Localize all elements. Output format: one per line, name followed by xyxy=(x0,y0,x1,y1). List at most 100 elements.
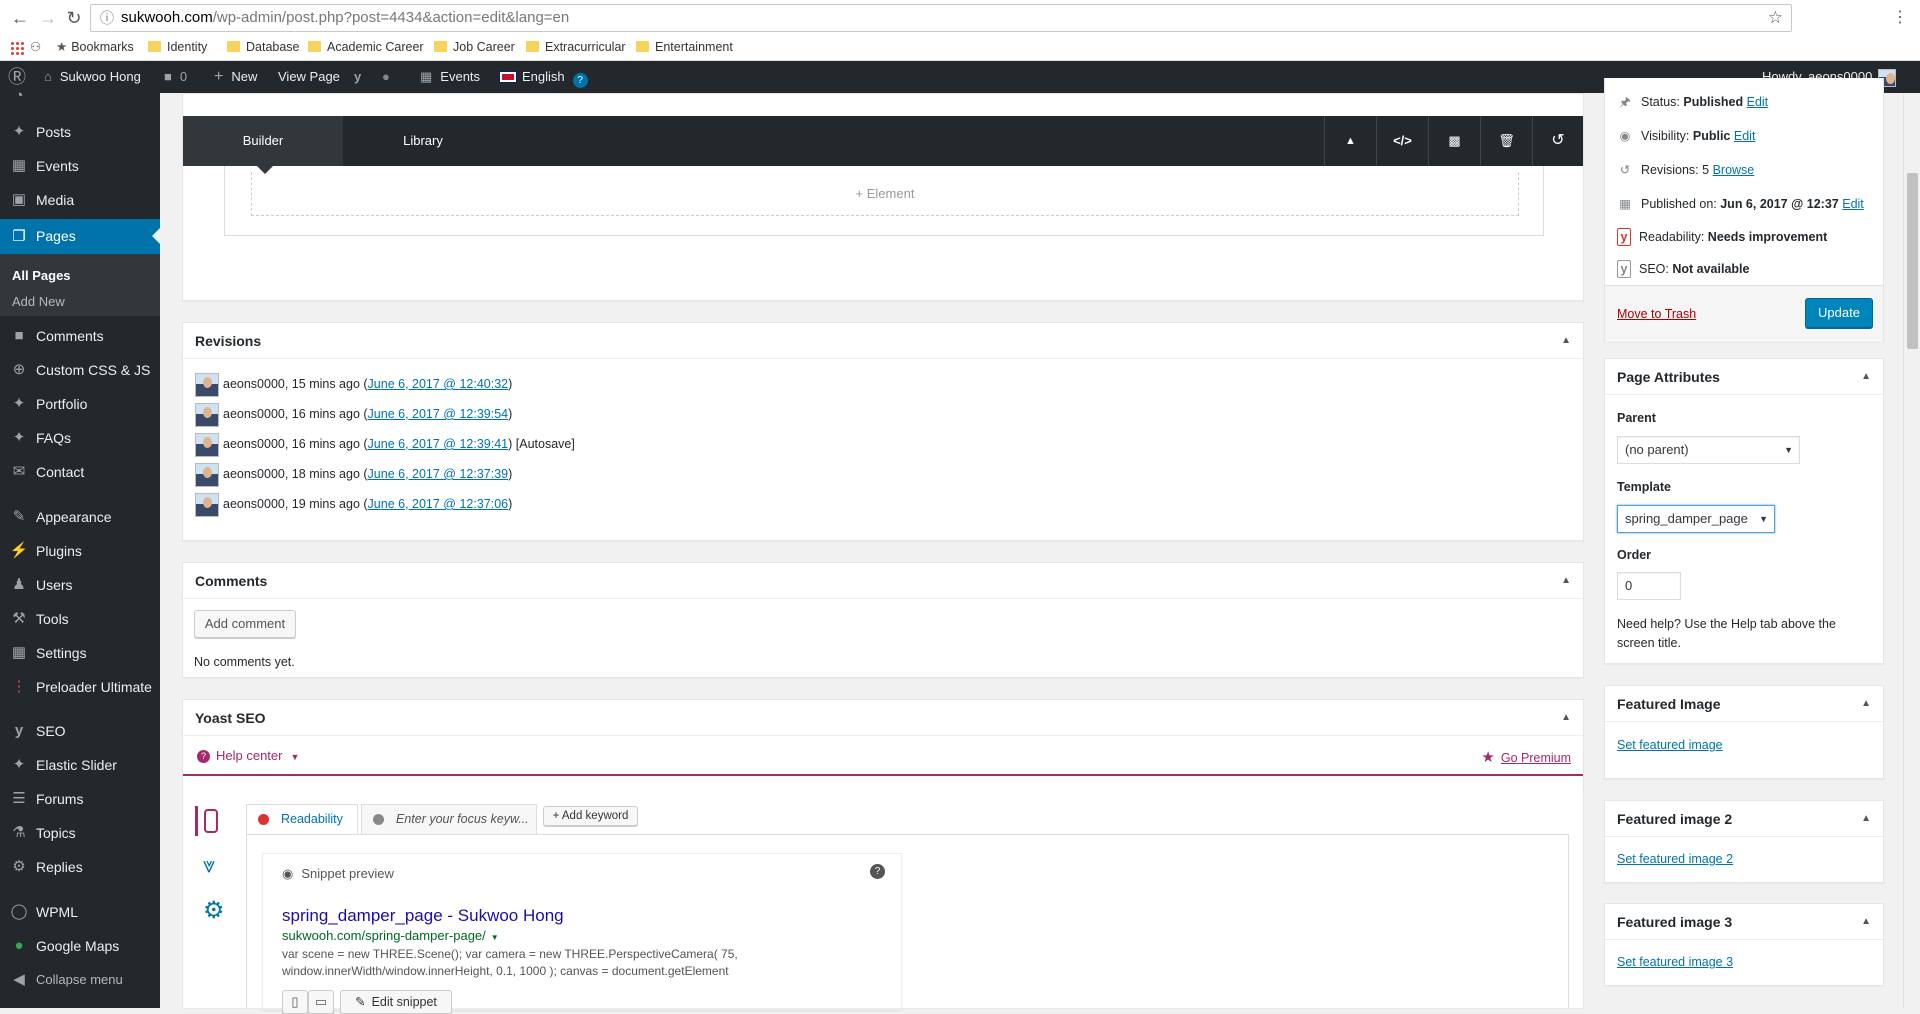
toggle-arrow-icon[interactable]: ▲ xyxy=(1561,700,1571,736)
sidebar-item-appearance[interactable]: ✎ Appearance xyxy=(0,502,160,532)
help-icon[interactable]: ? xyxy=(870,864,885,879)
sidebar-item-seo[interactable]: y SEO xyxy=(0,716,160,746)
page-scrollbar[interactable] xyxy=(1903,93,1920,1008)
featured-image-3-header[interactable]: Featured image 3 ▲ xyxy=(1605,904,1883,940)
sidebar-item-google-maps[interactable]: ● Google Maps xyxy=(0,931,160,961)
go-premium-link[interactable]: ★ Go Premium xyxy=(1481,748,1571,766)
sidebar-item-posts[interactable]: ✦ Posts xyxy=(0,117,160,147)
sidebar-item-tools[interactable]: ⚒ Tools xyxy=(0,604,160,634)
bookmark-identity[interactable]: Identity xyxy=(148,38,207,56)
apps-icon[interactable] xyxy=(10,41,24,55)
info-icon[interactable]: ⓘ xyxy=(100,5,114,31)
add-element-button[interactable]: + Element xyxy=(251,172,1519,216)
adminbar-new[interactable]: + New xyxy=(214,61,257,93)
featured-image-2-header[interactable]: Featured image 2 ▲ xyxy=(1605,801,1883,837)
sidebar-item-replies[interactable]: ⚙ Replies xyxy=(0,852,160,882)
yoast-header[interactable]: Yoast SEO ▲ xyxy=(183,700,1583,736)
sidebar-item-preloader-ultimate[interactable]: ⋮ Preloader Ultimate xyxy=(0,672,160,702)
bookmark-database[interactable]: Database xyxy=(227,38,300,56)
update-button[interactable]: Update xyxy=(1805,298,1873,328)
browse-revisions-link[interactable]: Browse xyxy=(1713,163,1755,177)
revision-link[interactable]: June 6, 2017 @ 12:39:41 xyxy=(368,437,509,451)
set-featured-image-2-link[interactable]: Set featured image 2 xyxy=(1617,852,1733,866)
save-template-icon[interactable]: ▩ xyxy=(1428,116,1480,166)
set-featured-image-3-link[interactable]: Set featured image 3 xyxy=(1617,955,1733,969)
revision-link[interactable]: June 6, 2017 @ 12:39:54 xyxy=(368,407,509,421)
template-select[interactable]: spring_damper_page ▼ xyxy=(1617,505,1775,533)
toggle-arrow-icon[interactable]: ▲ xyxy=(1561,323,1571,359)
address-bar[interactable]: ⓘ sukwooh.com/wp-admin/post.php?post=443… xyxy=(90,4,1792,32)
share-icon[interactable]: ⩔ xyxy=(203,852,215,878)
gear-icon[interactable]: ⚙ xyxy=(203,896,225,925)
parent-select[interactable]: (no parent) ▼ xyxy=(1617,436,1800,464)
page-attributes-header[interactable]: Page Attributes ▲ xyxy=(1605,359,1883,395)
add-keyword-button[interactable]: + Add keyword xyxy=(543,806,638,826)
focus-keyword-tab[interactable]: Enter your focus keyw... xyxy=(361,804,537,834)
bookmark-manager-icon[interactable]: ⚇ xyxy=(30,38,41,56)
code-icon[interactable]: </> xyxy=(1376,116,1428,166)
reload-icon[interactable]: ↻ xyxy=(64,8,84,28)
snippet-title[interactable]: spring_damper_page - Sukwoo Hong xyxy=(282,906,564,926)
sidebar-item-pages[interactable]: ❐ Pages xyxy=(0,219,160,254)
tab-builder[interactable]: Builder xyxy=(183,116,343,166)
order-input[interactable]: 0 xyxy=(1617,572,1681,600)
sidebar-item-settings[interactable]: ▦ Settings xyxy=(0,638,160,668)
revision-link[interactable]: June 6, 2017 @ 12:40:32 xyxy=(368,377,509,391)
yoast-nav-traffic-light[interactable] xyxy=(195,806,225,836)
sidebar-item-dashboard-partial[interactable]: ◔ xyxy=(0,81,160,104)
submenu-add-new[interactable]: Add New xyxy=(12,291,65,313)
sidebar-item-forums[interactable]: ☰ Forums xyxy=(0,784,160,814)
bookmark-entertainment[interactable]: Entertainment xyxy=(636,38,733,56)
bookmark-star-icon[interactable]: ☆ xyxy=(1768,5,1783,31)
sidebar-item-portfolio[interactable]: ✦ Portfolio xyxy=(0,389,160,419)
menu-icon[interactable]: ⋮ xyxy=(1890,8,1910,28)
edit-date-link[interactable]: Edit xyxy=(1842,197,1864,211)
sidebar-collapse-menu[interactable]: ◀ Collapse menu xyxy=(0,965,160,995)
toggle-arrow-icon[interactable]: ▲ xyxy=(1861,359,1871,395)
back-icon[interactable]: ← xyxy=(10,8,30,28)
sidebar-item-elastic-slider[interactable]: ✦ Elastic Slider xyxy=(0,750,160,780)
bookmark-extracurricular[interactable]: Extracurricular xyxy=(526,38,626,56)
sidebar-item-contact[interactable]: ✉ Contact xyxy=(0,457,160,487)
trash-icon[interactable]: 🗑 xyxy=(1480,116,1532,166)
tab-readability[interactable]: Readability xyxy=(246,804,358,834)
tab-library[interactable]: Library xyxy=(343,116,503,166)
move-to-trash-link[interactable]: Move to Trash xyxy=(1617,307,1696,321)
comments-header[interactable]: Comments ▲ xyxy=(183,563,1583,599)
bookmark-job-career[interactable]: Job Career xyxy=(434,38,515,56)
revisions-header[interactable]: Revisions ▲ xyxy=(183,323,1583,359)
sidebar-item-faqs[interactable]: ✦ FAQs xyxy=(0,423,160,453)
toggle-arrow-icon[interactable]: ▲ xyxy=(1861,904,1871,940)
sidebar-item-topics[interactable]: ⚗ Topics xyxy=(0,818,160,848)
toggle-arrow-icon[interactable]: ▲ xyxy=(1861,801,1871,837)
help-center-toggle[interactable]: ? Help center ▼ xyxy=(197,748,299,763)
adminbar-view-page[interactable]: View Page xyxy=(278,61,340,93)
adminbar-comments[interactable]: ■ 0 xyxy=(164,61,187,93)
edit-snippet-button[interactable]: ✎ Edit snippet xyxy=(340,990,452,1014)
add-comment-button[interactable]: Add comment xyxy=(194,610,296,638)
set-featured-image-link[interactable]: Set featured image xyxy=(1617,738,1723,752)
sidebar-item-wpml[interactable]: ◯ WPML xyxy=(0,897,160,927)
sidebar-item-plugins[interactable]: ⚡ Plugins xyxy=(0,536,160,566)
snippet-description[interactable]: var scene = new THREE.Scene(); var camer… xyxy=(282,946,738,980)
yoast-icon[interactable]: y xyxy=(354,61,361,93)
history-icon[interactable]: ↺ xyxy=(1532,116,1583,166)
edit-visibility-link[interactable]: Edit xyxy=(1734,129,1756,143)
sidebar-item-media[interactable]: ▣ Media xyxy=(0,185,160,215)
sidebar-item-custom-css-js[interactable]: ⊕ Custom CSS & JS xyxy=(0,355,160,385)
collapse-builder-icon[interactable]: ▲ xyxy=(1324,116,1376,166)
toggle-arrow-icon[interactable]: ▲ xyxy=(1861,686,1871,722)
desktop-preview-icon[interactable]: ▭ xyxy=(308,990,334,1014)
featured-image-header[interactable]: Featured Image ▲ xyxy=(1605,686,1883,722)
sidebar-item-users[interactable]: ♟ Users xyxy=(0,570,160,600)
mobile-preview-icon[interactable]: ▯ xyxy=(282,990,308,1014)
scrollbar-thumb[interactable] xyxy=(1907,173,1918,349)
revision-link[interactable]: June 6, 2017 @ 12:37:39 xyxy=(368,467,509,481)
submenu-all-pages[interactable]: All Pages xyxy=(12,265,71,287)
bookmark-bookmarks[interactable]: ★ Bookmarks xyxy=(56,38,134,56)
snippet-label[interactable]: ◉ Snippet preview xyxy=(282,866,394,882)
adminbar-language[interactable]: English? xyxy=(499,61,588,93)
sidebar-item-events[interactable]: ▦ Events xyxy=(0,151,160,181)
forward-icon[interactable]: → xyxy=(38,8,58,28)
snippet-url[interactable]: sukwooh.com/spring-damper-page/▼ xyxy=(282,928,499,943)
